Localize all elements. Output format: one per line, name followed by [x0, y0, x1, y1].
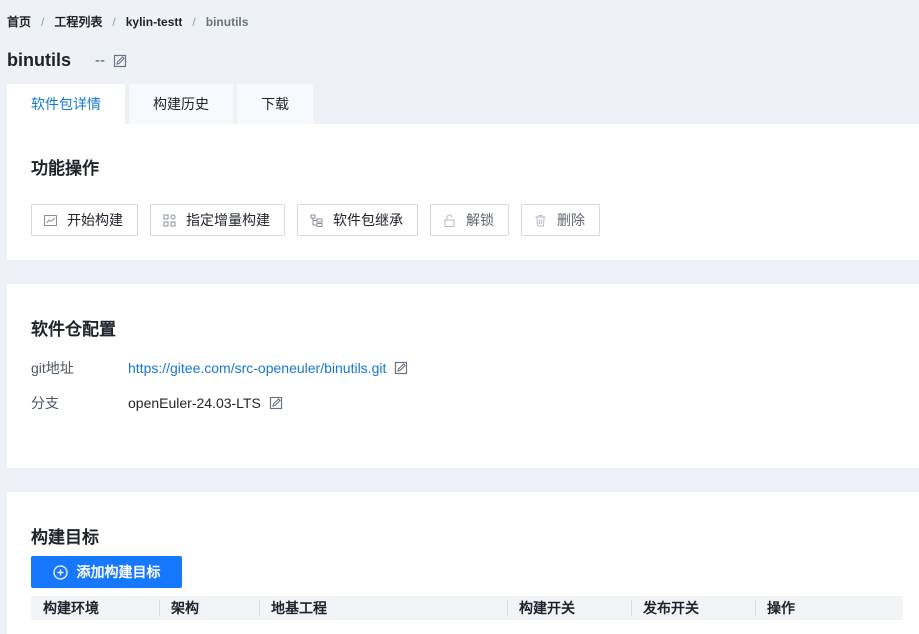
branch-row: 分支 openEuler-24.03-LTS — [31, 393, 283, 413]
git-address-label: git地址 — [31, 360, 74, 376]
column-base-project: 地基工程 — [259, 596, 327, 620]
operations-card: 功能操作 开始构建 指定增量构建 软件包继承 解锁 删除 — [7, 124, 919, 260]
breadcrumb: 首页 / 工程列表 / kylin-testt / binutils — [7, 13, 248, 30]
grid-icon — [163, 214, 176, 227]
operations-title: 功能操作 — [31, 159, 99, 178]
tab-bar: 软件包详情 构建历史 下载 — [7, 84, 317, 124]
plus-circle-icon — [52, 564, 68, 580]
build-targets-table-header: 构建环境 架构 地基工程 构建开关 发布开关 操作 — [31, 596, 903, 620]
package-inherit-button[interactable]: 软件包继承 — [297, 204, 418, 236]
repo-config-title: 软件仓配置 — [31, 320, 116, 339]
tab-package-details[interactable]: 软件包详情 — [7, 84, 125, 124]
delete-button[interactable]: 删除 — [521, 204, 600, 236]
column-arch-label: 架构 — [171, 600, 199, 616]
trash-icon — [534, 214, 547, 227]
incremental-build-label: 指定增量构建 — [186, 212, 270, 228]
unlock-icon — [443, 214, 456, 227]
breadcrumb-current: binutils — [205, 14, 249, 29]
operations-toolbar: 开始构建 指定增量构建 软件包继承 解锁 删除 — [31, 204, 612, 236]
column-actions-label: 操作 — [767, 600, 795, 616]
add-build-target-label: 添加构建目标 — [76, 564, 161, 580]
breadcrumb-project-list[interactable]: 工程列表 — [54, 13, 102, 30]
page-title: binutils — [7, 50, 71, 70]
breadcrumb-separator: / — [41, 14, 45, 29]
edit-branch-icon[interactable] — [269, 396, 283, 410]
breadcrumb-separator: / — [192, 14, 196, 29]
column-build-switch: 构建开关 — [507, 596, 575, 620]
column-publish-switch-label: 发布开关 — [643, 600, 699, 616]
column-build-env: 构建环境 — [43, 600, 99, 616]
incremental-build-button[interactable]: 指定增量构建 — [150, 204, 285, 236]
build-targets-title: 构建目标 — [31, 528, 99, 547]
tab-download[interactable]: 下载 — [237, 84, 313, 124]
chart-icon — [44, 214, 57, 227]
unlock-label: 解锁 — [466, 212, 494, 228]
add-build-target-button[interactable]: 添加构建目标 — [31, 556, 182, 588]
repo-config-card: 软件仓配置 git地址 https://gitee.com/src-openeu… — [7, 284, 919, 468]
start-build-label: 开始构建 — [67, 212, 123, 228]
start-build-button[interactable]: 开始构建 — [31, 204, 138, 236]
package-description: -- — [95, 52, 105, 69]
delete-label: 删除 — [557, 212, 585, 228]
package-inherit-label: 软件包继承 — [333, 212, 403, 228]
branch-value: openEuler-24.03-LTS — [128, 395, 261, 411]
unlock-button[interactable]: 解锁 — [430, 204, 509, 236]
page-header: binutils -- — [7, 50, 127, 71]
build-targets-card: 构建目标 添加构建目标 构建环境 架构 地基工程 构建开关 发布开关 操作 — [7, 492, 919, 634]
column-actions: 操作 — [755, 596, 795, 620]
breadcrumb-home[interactable]: 首页 — [7, 13, 31, 30]
tab-build-history[interactable]: 构建历史 — [129, 84, 233, 124]
tree-icon — [310, 214, 323, 227]
column-base-project-label: 地基工程 — [271, 600, 327, 616]
breadcrumb-project[interactable]: kylin-testt — [126, 15, 183, 29]
column-arch: 架构 — [159, 596, 199, 620]
git-address-row: git地址 https://gitee.com/src-openeuler/bi… — [31, 358, 408, 378]
breadcrumb-separator: / — [112, 14, 116, 29]
column-publish-switch: 发布开关 — [631, 596, 699, 620]
branch-label: 分支 — [31, 395, 59, 411]
column-build-switch-label: 构建开关 — [519, 600, 575, 616]
git-address-link[interactable]: https://gitee.com/src-openeuler/binutils… — [128, 360, 386, 376]
edit-description-icon[interactable] — [113, 54, 127, 68]
edit-git-address-icon[interactable] — [394, 361, 408, 375]
